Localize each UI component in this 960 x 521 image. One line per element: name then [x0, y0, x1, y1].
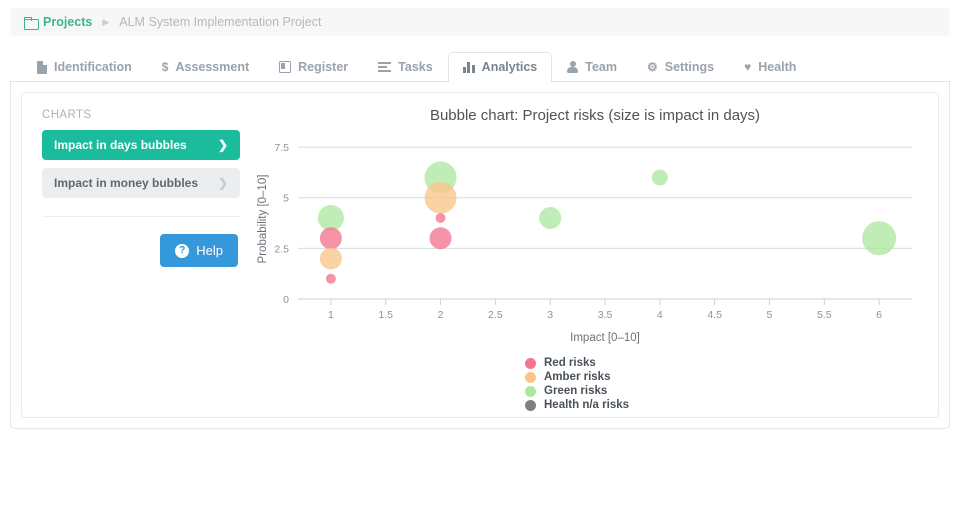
bar-chart-icon	[463, 62, 475, 73]
svg-text:4.5: 4.5	[707, 309, 722, 321]
svg-text:5.5: 5.5	[817, 309, 832, 321]
sidebar-item-label: Impact in days bubbles	[54, 138, 187, 152]
register-icon	[279, 61, 291, 73]
chart-legend: Red risks Amber risks Green risks Health n/…	[525, 357, 665, 411]
breadcrumb-current-label: ALM System Implementation Project	[119, 15, 321, 29]
chevron-right-icon: ❯	[218, 138, 228, 152]
tab-health[interactable]: ♥ Health	[729, 52, 811, 82]
chart-plot-svg: 0 2.5 5 7.5 1 1.5 2 2.5 3 3.5 4 4.5 5 5.5 6 Impact [0–1…	[252, 93, 922, 363]
legend-color-swatch	[525, 372, 536, 383]
sidebar-item-impact-in-money-bubbles[interactable]: Impact in money bubbles ❯	[42, 168, 240, 198]
gear-icon: ⚙	[647, 61, 658, 73]
svg-text:2.5: 2.5	[488, 309, 503, 321]
legend-item[interactable]: Red risks	[525, 357, 596, 369]
svg-text:Impact [0–10]: Impact [0–10]	[570, 332, 640, 344]
svg-text:7.5: 7.5	[274, 142, 289, 154]
tab-register[interactable]: Register	[264, 52, 363, 82]
breadcrumb-root-label: Projects	[43, 15, 92, 29]
analytics-panel: CHARTS Impact in days bubbles ❯ Impact i…	[10, 82, 950, 429]
svg-text:1: 1	[328, 309, 334, 321]
help-button[interactable]: ? Help	[160, 234, 238, 267]
breadcrumb-projects-link[interactable]: Projects	[24, 15, 92, 29]
legend-color-swatch	[525, 358, 536, 369]
sidebar-item-label: Impact in money bubbles	[54, 176, 198, 190]
tab-label: Assessment	[175, 60, 249, 74]
legend-item[interactable]: Health n/a risks	[525, 399, 629, 411]
legend-item[interactable]: Green risks	[525, 385, 607, 397]
tab-team[interactable]: Team	[552, 52, 632, 82]
legend-item[interactable]: Amber risks	[525, 371, 610, 383]
folder-icon	[24, 17, 37, 28]
tab-label: Settings	[665, 60, 714, 74]
tab-bar: Identification $ Assessment Register Tas…	[10, 50, 950, 82]
svg-text:Probability [0–10]: Probability [0–10]	[257, 175, 269, 264]
svg-text:4: 4	[657, 309, 663, 321]
tab-analytics[interactable]: Analytics	[448, 52, 553, 82]
tab-identification[interactable]: Identification	[22, 52, 147, 82]
tab-label: Team	[585, 60, 617, 74]
sidebar-item-impact-in-days-bubbles[interactable]: Impact in days bubbles ❯	[42, 130, 240, 160]
document-icon	[37, 61, 47, 74]
svg-text:6: 6	[876, 309, 882, 321]
svg-text:2.5: 2.5	[274, 243, 289, 255]
chevron-right-icon: ❯	[218, 176, 228, 190]
tab-label: Health	[758, 60, 796, 74]
sidebar-section-title: CHARTS	[42, 109, 240, 121]
svg-text:5: 5	[283, 193, 289, 205]
charts-sidebar: CHARTS Impact in days bubbles ❯ Impact i…	[22, 93, 252, 417]
tab-label: Analytics	[482, 60, 538, 74]
heart-icon: ♥	[744, 61, 751, 73]
tab-tasks[interactable]: Tasks	[363, 52, 448, 82]
list-icon	[378, 62, 391, 73]
dollar-icon: $	[162, 61, 169, 73]
tab-settings[interactable]: ⚙ Settings	[632, 52, 729, 82]
chevron-right-icon: ▶	[102, 18, 109, 27]
legend-label: Red risks	[544, 357, 596, 369]
svg-text:2: 2	[438, 309, 444, 321]
svg-text:3.5: 3.5	[598, 309, 613, 321]
person-icon	[567, 61, 578, 73]
tab-label: Register	[298, 60, 348, 74]
help-button-label: Help	[196, 243, 223, 258]
sidebar-divider	[42, 216, 240, 217]
svg-text:0: 0	[283, 294, 289, 306]
legend-label: Green risks	[544, 385, 607, 397]
svg-text:1.5: 1.5	[378, 309, 393, 321]
legend-label: Amber risks	[544, 371, 610, 383]
legend-label: Health n/a risks	[544, 399, 629, 411]
legend-color-swatch	[525, 386, 536, 397]
breadcrumb: Projects ▶ ALM System Implementation Pro…	[10, 8, 950, 36]
svg-text:5: 5	[767, 309, 773, 321]
tab-label: Identification	[54, 60, 132, 74]
question-icon: ?	[175, 244, 189, 258]
tab-assessment[interactable]: $ Assessment	[147, 52, 264, 82]
tab-label: Tasks	[398, 60, 433, 74]
bubble-chart: Bubble chart: Project risks (size is imp…	[252, 93, 938, 417]
svg-text:3: 3	[547, 309, 553, 321]
legend-color-swatch	[525, 400, 536, 411]
